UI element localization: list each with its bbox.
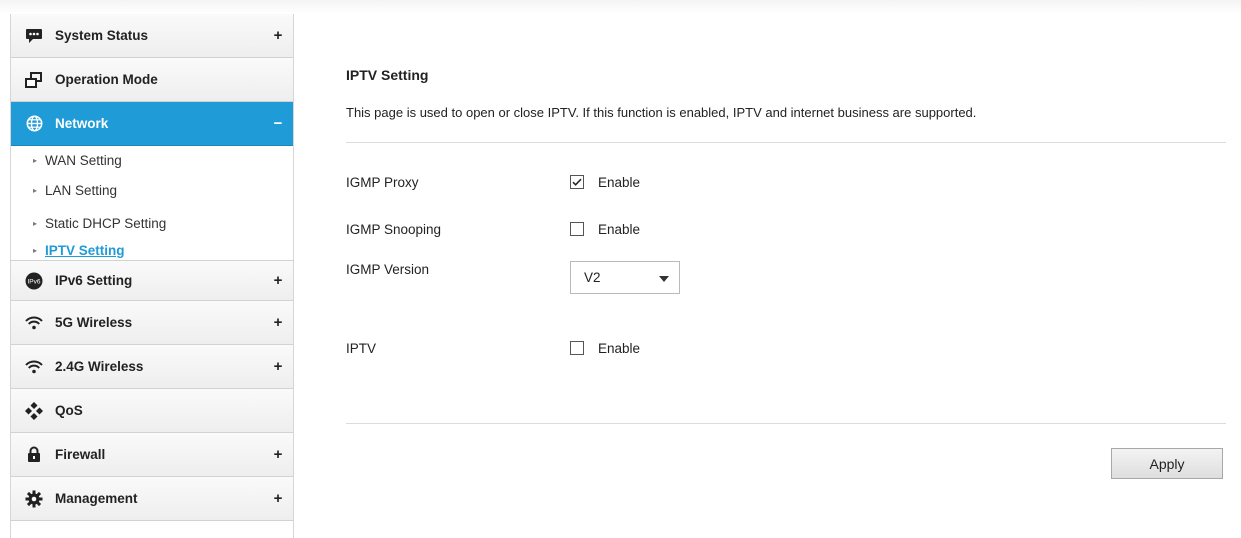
arrow-right-icon: ▸: [33, 246, 38, 255]
sidebar-subitem-label: IPTV Setting: [45, 243, 125, 258]
sidebar-item-operation-mode[interactable]: Operation Mode: [11, 58, 293, 102]
apply-button[interactable]: Apply: [1111, 448, 1223, 479]
sidebar-item-label: Operation Mode: [55, 72, 158, 87]
sidebar-item-qos[interactable]: QoS: [11, 389, 293, 433]
igmp-version-label: IGMP Version: [346, 262, 430, 277]
windows-icon: [25, 71, 43, 89]
caret-down-icon: [659, 270, 669, 285]
sidebar-item-label: IPv6 Setting: [55, 273, 133, 288]
sidebar-item-firewall[interactable]: Firewall +: [11, 433, 293, 477]
iptv-enable-label: Enable: [598, 340, 641, 356]
expand-icon: +: [273, 27, 283, 44]
sidebar-subitem-label: Static DHCP Setting: [45, 216, 167, 231]
igmp-snooping-checkbox[interactable]: Enable: [570, 222, 640, 237]
network-submenu: ▸ WAN Setting ▸ LAN Setting ▸ Static DHC…: [11, 146, 293, 261]
igmp-version-value: V2: [584, 269, 601, 285]
igmp-version-row: IGMP Version V2: [346, 257, 680, 294]
igmp-snooping-enable-label: Enable: [598, 221, 641, 237]
chat-icon: [25, 27, 43, 45]
ipv6-badge-text: IPv6: [27, 278, 40, 285]
qos-icon: [25, 401, 43, 420]
expand-icon: +: [273, 490, 283, 507]
divider: [346, 142, 1226, 143]
checkbox-unchecked-icon[interactable]: [570, 222, 584, 236]
arrow-right-icon: ▸: [33, 186, 38, 195]
sidebar-subitem-iptv-setting[interactable]: ▸ IPTV Setting: [11, 240, 293, 261]
ipv6-icon: IPv6: [25, 272, 43, 290]
igmp-snooping-row: IGMP Snooping Enable: [346, 217, 640, 241]
sidebar-subitem-lan-setting[interactable]: ▸ LAN Setting: [11, 174, 293, 207]
lock-icon: [25, 446, 43, 464]
sidebar-item-5g-wireless[interactable]: 5G Wireless +: [11, 301, 293, 345]
sidebar-item-2-4g-wireless[interactable]: 2.4G Wireless +: [11, 345, 293, 389]
page-description: This page is used to open or close IPTV.…: [346, 105, 977, 120]
sidebar-item-label: System Status: [55, 28, 149, 43]
sidebar-subitem-wan-setting[interactable]: ▸ WAN Setting: [11, 146, 293, 174]
igmp-version-select[interactable]: V2: [570, 260, 680, 294]
wifi-icon: [25, 314, 43, 332]
igmp-proxy-enable-label: Enable: [598, 174, 641, 190]
sidebar-subitem-static-dhcp-setting[interactable]: ▸ Static DHCP Setting: [11, 207, 293, 240]
sidebar-item-management[interactable]: Management +: [11, 477, 293, 521]
sidebar-item-label: 2.4G Wireless: [55, 359, 144, 374]
arrow-right-icon: ▸: [33, 219, 38, 228]
sidebar-item-network[interactable]: Network −: [11, 102, 293, 146]
globe-icon: [25, 115, 43, 133]
sidebar-item-system-status[interactable]: System Status +: [11, 14, 293, 58]
expand-icon: +: [273, 314, 283, 331]
igmp-proxy-checkbox[interactable]: Enable: [570, 175, 640, 190]
igmp-proxy-label: IGMP Proxy: [346, 174, 419, 190]
sidebar-item-ipv6-setting[interactable]: IPv6 IPv6 Setting +: [11, 261, 293, 301]
checkbox-checked-icon[interactable]: [570, 175, 584, 189]
gear-icon: [25, 490, 43, 508]
sidebar-item-label: Firewall: [55, 447, 106, 462]
iptv-row: IPTV Enable: [346, 336, 640, 360]
iptv-label: IPTV: [346, 340, 377, 356]
igmp-snooping-label: IGMP Snooping: [346, 221, 442, 237]
sidebar-item-label: QoS: [55, 403, 83, 418]
sidebar: System Status + Operation Mode Network −…: [10, 14, 294, 538]
sidebar-item-label: Management: [55, 491, 138, 506]
checkbox-unchecked-icon[interactable]: [570, 341, 584, 355]
collapse-icon: −: [273, 115, 283, 132]
page-title: IPTV Setting: [346, 67, 429, 83]
top-bar: [0, 0, 1241, 14]
iptv-checkbox[interactable]: Enable: [570, 341, 640, 356]
sidebar-item-label: Network: [55, 116, 109, 131]
sidebar-subitem-label: LAN Setting: [45, 183, 118, 198]
expand-icon: +: [273, 358, 283, 375]
expand-icon: +: [273, 272, 283, 289]
sidebar-subitem-label: WAN Setting: [45, 152, 122, 168]
wifi-icon: [25, 358, 43, 376]
expand-icon: +: [273, 446, 283, 463]
igmp-proxy-row: IGMP Proxy Enable: [346, 170, 640, 194]
sidebar-item-label: 5G Wireless: [55, 315, 133, 330]
arrow-right-icon: ▸: [33, 155, 38, 165]
divider: [346, 423, 1226, 424]
